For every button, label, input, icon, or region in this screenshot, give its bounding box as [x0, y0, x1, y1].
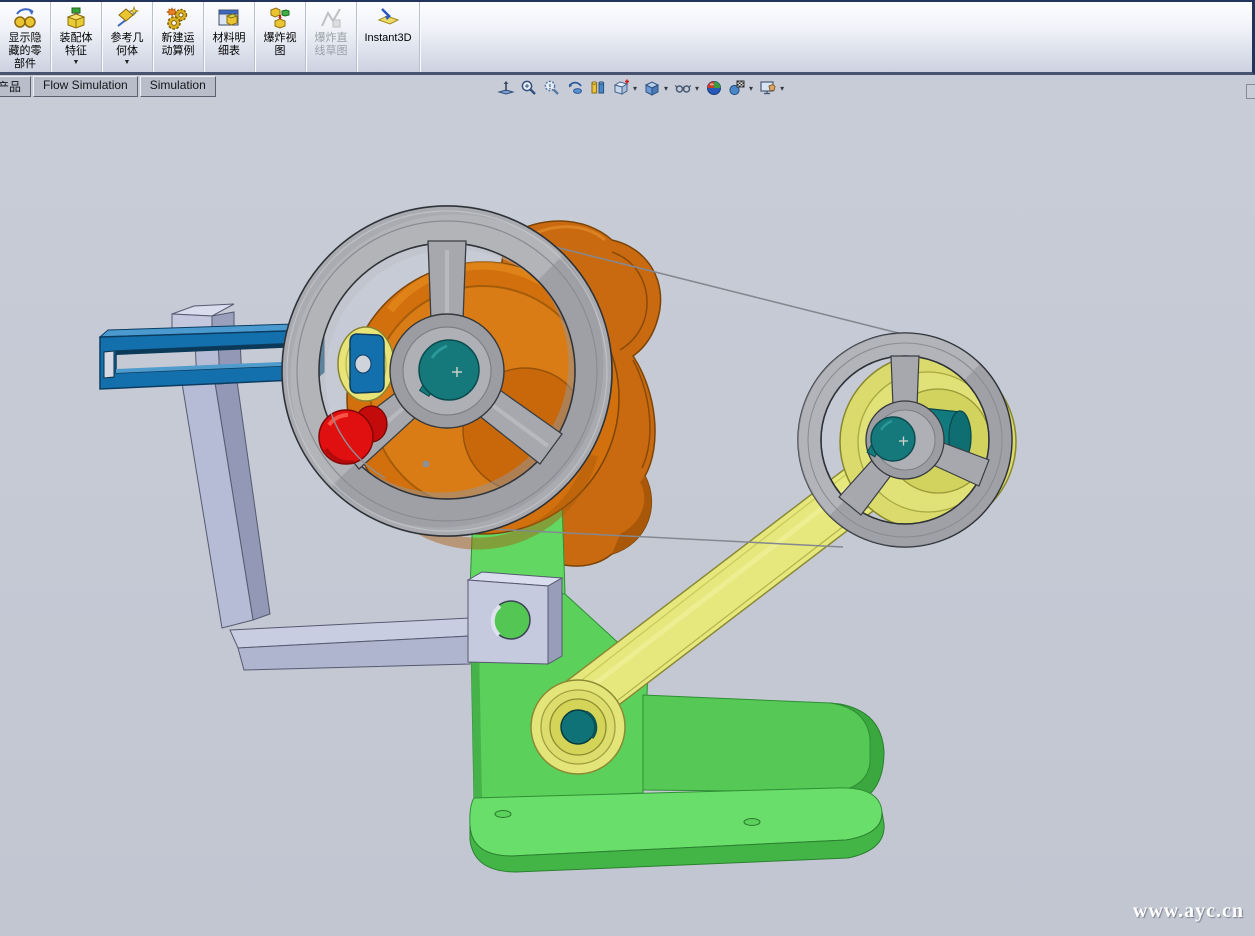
apply-scene-icon[interactable]	[705, 79, 723, 97]
instant3d-arrow-icon	[375, 4, 401, 32]
zoom-to-fit-icon[interactable]	[497, 79, 515, 97]
zoom-to-area-icon[interactable]	[520, 79, 538, 97]
button-label: Instant3D	[364, 32, 411, 45]
rotate-view-icon[interactable]	[566, 79, 584, 97]
table-window-icon	[216, 4, 242, 32]
new-motion-study-button[interactable]: 新建运 动算例	[153, 2, 204, 72]
chevron-down-icon[interactable]: ▾	[695, 84, 699, 93]
show-hidden-components-button[interactable]: 显示隐 藏的零 部件	[0, 2, 51, 72]
full-screen-preview-icon[interactable]	[759, 79, 777, 97]
heads-up-view-toolbar: ▾ ▾ ▾ ▾ ▾	[497, 79, 785, 97]
bolt-hole	[744, 819, 760, 826]
sketch-lines-icon	[318, 4, 344, 32]
reference-geometry-button[interactable]: 参考几 何体 ▼	[102, 2, 153, 72]
graphics-viewport[interactable]	[0, 75, 1255, 936]
chevron-down-icon[interactable]: ▾	[664, 84, 668, 93]
chevron-down-icon[interactable]: ▾	[749, 84, 753, 93]
watermark: www.ayc.cn	[1133, 900, 1244, 923]
vise-box-icon	[63, 4, 89, 32]
exploded-blocks-icon	[267, 4, 293, 32]
solidworks-window: 显示隐 藏的零 部件 装配体 特征 ▼	[0, 0, 1255, 936]
tab-simulation[interactable]: Simulation	[140, 76, 216, 97]
hub-teal	[871, 417, 915, 461]
button-label: 材料明 细表	[213, 32, 246, 58]
button-label: 参考几 何体	[111, 32, 144, 58]
chevron-down-icon[interactable]: ▾	[633, 84, 637, 93]
document-tab-bar: 产品 Flow Simulation Simulation	[0, 76, 218, 97]
section-view-icon[interactable]	[589, 79, 607, 97]
button-label: 新建运 动算例	[162, 32, 195, 58]
zoom-in-out-icon[interactable]	[543, 79, 561, 97]
button-label: 爆炸直 线草图	[315, 32, 348, 58]
tab-flow-simulation[interactable]: Flow Simulation	[33, 76, 138, 97]
frame-end-slot	[104, 351, 114, 378]
bolt-hole	[495, 811, 511, 818]
explode-line-sketch-button[interactable]: 爆炸直 线草图	[306, 2, 357, 72]
slide-frame[interactable]	[100, 323, 394, 401]
plane-axis-icon	[114, 4, 140, 32]
button-label: 装配体 特征	[60, 32, 93, 58]
chevron-down-icon[interactable]: ▼	[124, 59, 131, 67]
vertex-dot	[423, 461, 430, 468]
hide-show-items-icon[interactable]	[674, 79, 692, 97]
instant3d-button[interactable]: Instant3D	[357, 2, 420, 72]
button-label: 显示隐 藏的零 部件	[9, 32, 42, 71]
display-style-icon[interactable]	[643, 79, 661, 97]
exploded-view-button[interactable]: 爆炸视 图	[255, 2, 306, 72]
view-settings-icon[interactable]	[728, 79, 746, 97]
assembly-features-button[interactable]: 装配体 特征 ▼	[51, 2, 102, 72]
gears-icon	[165, 4, 191, 32]
chevron-down-icon[interactable]: ▼	[73, 59, 80, 67]
collapsed-panel-button[interactable]	[1246, 84, 1255, 99]
tab-products[interactable]: 产品	[0, 76, 31, 97]
command-toolbar: 显示隐 藏的零 部件 装配体 特征 ▼	[0, 0, 1255, 75]
bill-of-materials-button[interactable]: 材料明 细表	[204, 2, 255, 72]
hub-teal	[419, 340, 479, 400]
glasses-gold-icon	[12, 4, 38, 32]
chevron-down-icon[interactable]: ▾	[780, 84, 784, 93]
view-orientation-icon[interactable]	[612, 79, 630, 97]
button-label: 爆炸视 图	[264, 32, 297, 58]
spoke	[891, 356, 919, 406]
